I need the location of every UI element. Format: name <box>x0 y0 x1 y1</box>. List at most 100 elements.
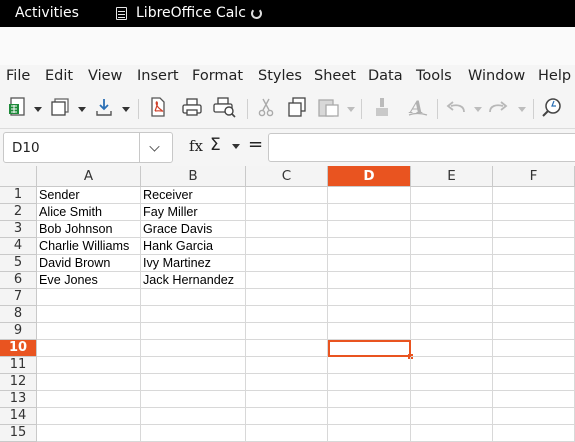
menu-format[interactable]: Format <box>192 68 243 84</box>
cell-c14[interactable] <box>246 408 328 425</box>
clear-formatting-button[interactable]: A <box>405 97 431 121</box>
cell-d10[interactable] <box>328 340 413 359</box>
menu-window[interactable]: Window <box>468 68 525 84</box>
cell-d11[interactable] <box>328 357 411 374</box>
cell-f13[interactable] <box>493 391 575 408</box>
app-menu-title[interactable]: LibreOffice Calc <box>136 5 246 21</box>
cell-a4[interactable]: Charlie Williams <box>37 238 141 255</box>
cell-d14[interactable] <box>328 408 411 425</box>
cell-b9[interactable] <box>141 323 246 340</box>
cell-c6[interactable] <box>246 272 328 289</box>
cell-e7[interactable] <box>411 289 493 306</box>
sum-button[interactable]: Σ <box>210 135 221 155</box>
cell-e15[interactable] <box>411 425 493 442</box>
cell-b4[interactable]: Hank Garcia <box>141 238 246 255</box>
cell-a3[interactable]: Bob Johnson <box>37 221 141 238</box>
cell-f10[interactable] <box>493 340 575 357</box>
cell-c12[interactable] <box>246 374 328 391</box>
cell-e1[interactable] <box>411 187 493 204</box>
column-header-e[interactable]: E <box>411 166 493 187</box>
cell-c2[interactable] <box>246 204 328 221</box>
cell-d6[interactable] <box>328 272 411 289</box>
paste-button[interactable] <box>316 97 342 121</box>
cell-a11[interactable] <box>37 357 141 374</box>
cell-d5[interactable] <box>328 255 411 272</box>
cell-f3[interactable] <box>493 221 575 238</box>
cell-a13[interactable] <box>37 391 141 408</box>
row-header-10[interactable]: 10 <box>0 340 37 357</box>
undo-button[interactable] <box>442 97 468 121</box>
cell-c4[interactable] <box>246 238 328 255</box>
cell-b6[interactable]: Jack Hernandez <box>141 272 246 289</box>
cell-a1[interactable]: Sender <box>37 187 141 204</box>
cell-b14[interactable] <box>141 408 246 425</box>
clone-formatting-button[interactable] <box>369 97 395 121</box>
cell-e4[interactable] <box>411 238 493 255</box>
menu-sheet[interactable]: Sheet <box>314 68 356 84</box>
cell-b7[interactable] <box>141 289 246 306</box>
cell-f5[interactable] <box>493 255 575 272</box>
cell-f1[interactable] <box>493 187 575 204</box>
cell-b2[interactable]: Fay Miller <box>141 204 246 221</box>
row-header-6[interactable]: 6 <box>0 272 37 289</box>
cell-f14[interactable] <box>493 408 575 425</box>
row-header-15[interactable]: 15 <box>0 425 37 442</box>
find-replace-button[interactable] <box>539 97 567 121</box>
cell-c1[interactable] <box>246 187 328 204</box>
cell-c8[interactable] <box>246 306 328 323</box>
cell-e9[interactable] <box>411 323 493 340</box>
open-button[interactable] <box>93 97 115 121</box>
menu-file[interactable]: File <box>6 68 30 84</box>
cell-d12[interactable] <box>328 374 411 391</box>
row-header-1[interactable]: 1 <box>0 187 37 204</box>
cell-e11[interactable] <box>411 357 493 374</box>
print-button[interactable] <box>179 97 205 121</box>
cell-e8[interactable] <box>411 306 493 323</box>
row-header-14[interactable]: 14 <box>0 408 37 425</box>
cell-c13[interactable] <box>246 391 328 408</box>
cell-c9[interactable] <box>246 323 328 340</box>
row-header-12[interactable]: 12 <box>0 374 37 391</box>
cell-b11[interactable] <box>141 357 246 374</box>
row-header-2[interactable]: 2 <box>0 204 37 221</box>
menu-data[interactable]: Data <box>368 68 403 84</box>
row-header-8[interactable]: 8 <box>0 306 37 323</box>
name-box[interactable]: D10 <box>3 132 173 163</box>
row-header-3[interactable]: 3 <box>0 221 37 238</box>
chevron-down-icon[interactable] <box>149 141 160 152</box>
menu-insert[interactable]: Insert <box>137 68 179 84</box>
menu-view[interactable]: View <box>88 68 122 84</box>
cell-f2[interactable] <box>493 204 575 221</box>
row-header-5[interactable]: 5 <box>0 255 37 272</box>
cell-f4[interactable] <box>493 238 575 255</box>
cell-a5[interactable]: David Brown <box>37 255 141 272</box>
export-pdf-button[interactable] <box>146 97 170 121</box>
row-header-7[interactable]: 7 <box>0 289 37 306</box>
menu-tools[interactable]: Tools <box>416 68 452 84</box>
cell-b1[interactable]: Receiver <box>141 187 246 204</box>
cell-a12[interactable] <box>37 374 141 391</box>
cell-a10[interactable] <box>37 340 141 357</box>
cell-e10[interactable] <box>411 340 493 357</box>
cell-e12[interactable] <box>411 374 493 391</box>
cell-d2[interactable] <box>328 204 411 221</box>
cell-f11[interactable] <box>493 357 575 374</box>
cell-b13[interactable] <box>141 391 246 408</box>
column-header-b[interactable]: B <box>141 166 246 187</box>
formula-button[interactable]: = <box>248 134 263 155</box>
cell-e3[interactable] <box>411 221 493 238</box>
copy-button[interactable] <box>284 97 310 121</box>
cell-c7[interactable] <box>246 289 328 306</box>
cell-d13[interactable] <box>328 391 411 408</box>
cell-b15[interactable] <box>141 425 246 442</box>
cell-a15[interactable] <box>37 425 141 442</box>
column-header-f[interactable]: F <box>493 166 575 187</box>
new-spreadsheet-button[interactable] <box>6 97 28 121</box>
cell-d8[interactable] <box>328 306 411 323</box>
templates-button[interactable] <box>48 97 72 121</box>
cell-b8[interactable] <box>141 306 246 323</box>
menu-help[interactable]: Help <box>538 68 571 84</box>
cell-e14[interactable] <box>411 408 493 425</box>
column-header-c[interactable]: C <box>246 166 328 187</box>
cell-a6[interactable]: Eve Jones <box>37 272 141 289</box>
